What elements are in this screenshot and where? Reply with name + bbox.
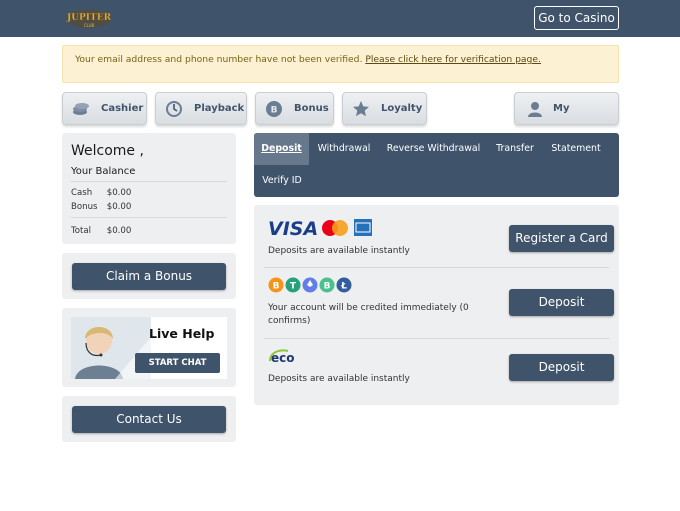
tab-deposit[interactable]: Deposit xyxy=(254,133,309,165)
start-chat-button[interactable]: START CHAT xyxy=(135,353,220,373)
visa-logo: VISA xyxy=(268,218,318,238)
casino-logo[interactable]: JUPITER CLUB xyxy=(66,6,112,30)
loyalty-label: Loyalty xyxy=(381,103,423,114)
claim-bonus-button[interactable]: Claim a Bonus xyxy=(72,263,226,290)
svg-text:B: B xyxy=(271,106,278,116)
total-row: Total $0.00 xyxy=(71,226,227,236)
crypto-note: Your account will be credited immediatel… xyxy=(268,302,469,328)
verification-notice: Your email address and phone number have… xyxy=(62,45,619,83)
eco-logo-text: eco xyxy=(271,351,295,364)
total-label: Total xyxy=(71,226,92,236)
tab-withdrawal[interactable]: Withdrawal xyxy=(309,133,379,165)
eco-note: Deposits are available instantly xyxy=(268,374,410,384)
bonus-button[interactable]: B Bonus xyxy=(255,92,334,125)
eco-deposit-button[interactable]: Deposit xyxy=(509,354,614,381)
playback-button[interactable]: Playback xyxy=(155,92,247,125)
svg-text:B: B xyxy=(324,282,331,292)
claim-bonus-card: Claim a Bonus xyxy=(62,253,236,299)
cash-row: Cash $0.00 xyxy=(71,186,227,200)
bonus-coin-icon: B xyxy=(266,101,282,117)
live-help-banner[interactable]: Live Help START CHAT xyxy=(71,317,227,379)
svg-text:CLUB: CLUB xyxy=(84,23,95,28)
total-value: $0.00 xyxy=(106,226,132,236)
payment-methods-panel: VISA Deposits are available instantly Re… xyxy=(254,205,619,405)
tab-statement[interactable]: Statement xyxy=(546,133,606,165)
go-to-casino-button[interactable]: Go to Casino xyxy=(534,6,619,30)
card-logos-icon: VISA xyxy=(268,218,372,238)
loyalty-button[interactable]: Loyalty xyxy=(342,92,427,125)
card-payment-row: VISA Deposits are available instantly Re… xyxy=(264,205,614,267)
bonus-balance-label: Bonus xyxy=(71,202,98,212)
cash-label: Cash xyxy=(71,188,93,198)
top-header: JUPITER CLUB Go to Casino xyxy=(0,0,680,37)
svg-text:Ł: Ł xyxy=(340,282,347,292)
eco-payment-row: eco Deposits are available instantly Dep… xyxy=(264,339,614,399)
svg-text:T: T xyxy=(290,282,297,292)
crypto-deposit-button[interactable]: Deposit xyxy=(509,289,614,316)
user-icon xyxy=(528,102,542,117)
cashier-button[interactable]: Cashier xyxy=(62,92,147,125)
cashier-tabs: Deposit Withdrawal Reverse Withdrawal Tr… xyxy=(254,133,619,197)
welcome-card: Welcome , Your Balance Cash $0.00 Bonus … xyxy=(62,133,236,244)
live-help-title: Live Help xyxy=(149,326,215,341)
star-badge-icon xyxy=(353,101,369,117)
history-clock-icon xyxy=(166,101,182,117)
bonus-row: Bonus $0.00 xyxy=(71,200,227,214)
tab-verify-id[interactable]: Verify ID xyxy=(254,165,310,197)
tab-reverse-withdrawal[interactable]: Reverse Withdrawal xyxy=(382,133,485,165)
svg-text:B: B xyxy=(273,282,280,292)
cashier-label: Cashier xyxy=(101,103,144,114)
crypto-coins-icon: B T B Ł xyxy=(268,277,352,293)
playback-label: Playback xyxy=(194,103,245,114)
verification-link[interactable]: Please click here for verification page. xyxy=(365,54,541,65)
contact-us-button[interactable]: Contact Us xyxy=(72,406,226,433)
live-help-card: Live Help START CHAT xyxy=(62,308,236,387)
coins-icon xyxy=(73,103,89,115)
bonus-label: Bonus xyxy=(294,103,329,114)
welcome-title: Welcome , xyxy=(71,143,144,159)
crypto-note-line2: confirms) xyxy=(268,316,311,326)
notice-text: Your email address and phone number have… xyxy=(75,54,363,65)
balance-heading: Your Balance xyxy=(71,166,227,182)
cash-value: $0.00 xyxy=(106,188,132,198)
tab-transfer[interactable]: Transfer xyxy=(490,133,540,165)
svg-text:JUPITER: JUPITER xyxy=(66,13,112,23)
contact-us-card: Contact Us xyxy=(62,396,236,442)
bonus-balance-value: $0.00 xyxy=(106,202,132,212)
my-account-button[interactable]: My Account xyxy=(514,92,619,145)
ecopayz-logo-icon: eco xyxy=(269,349,295,364)
crypto-payment-row: B T B Ł Your account will be credited im… xyxy=(264,268,614,338)
register-card-button[interactable]: Register a Card xyxy=(509,225,614,252)
crypto-note-line1: Your account will be credited immediatel… xyxy=(268,303,469,313)
card-note: Deposits are available instantly xyxy=(268,246,410,256)
